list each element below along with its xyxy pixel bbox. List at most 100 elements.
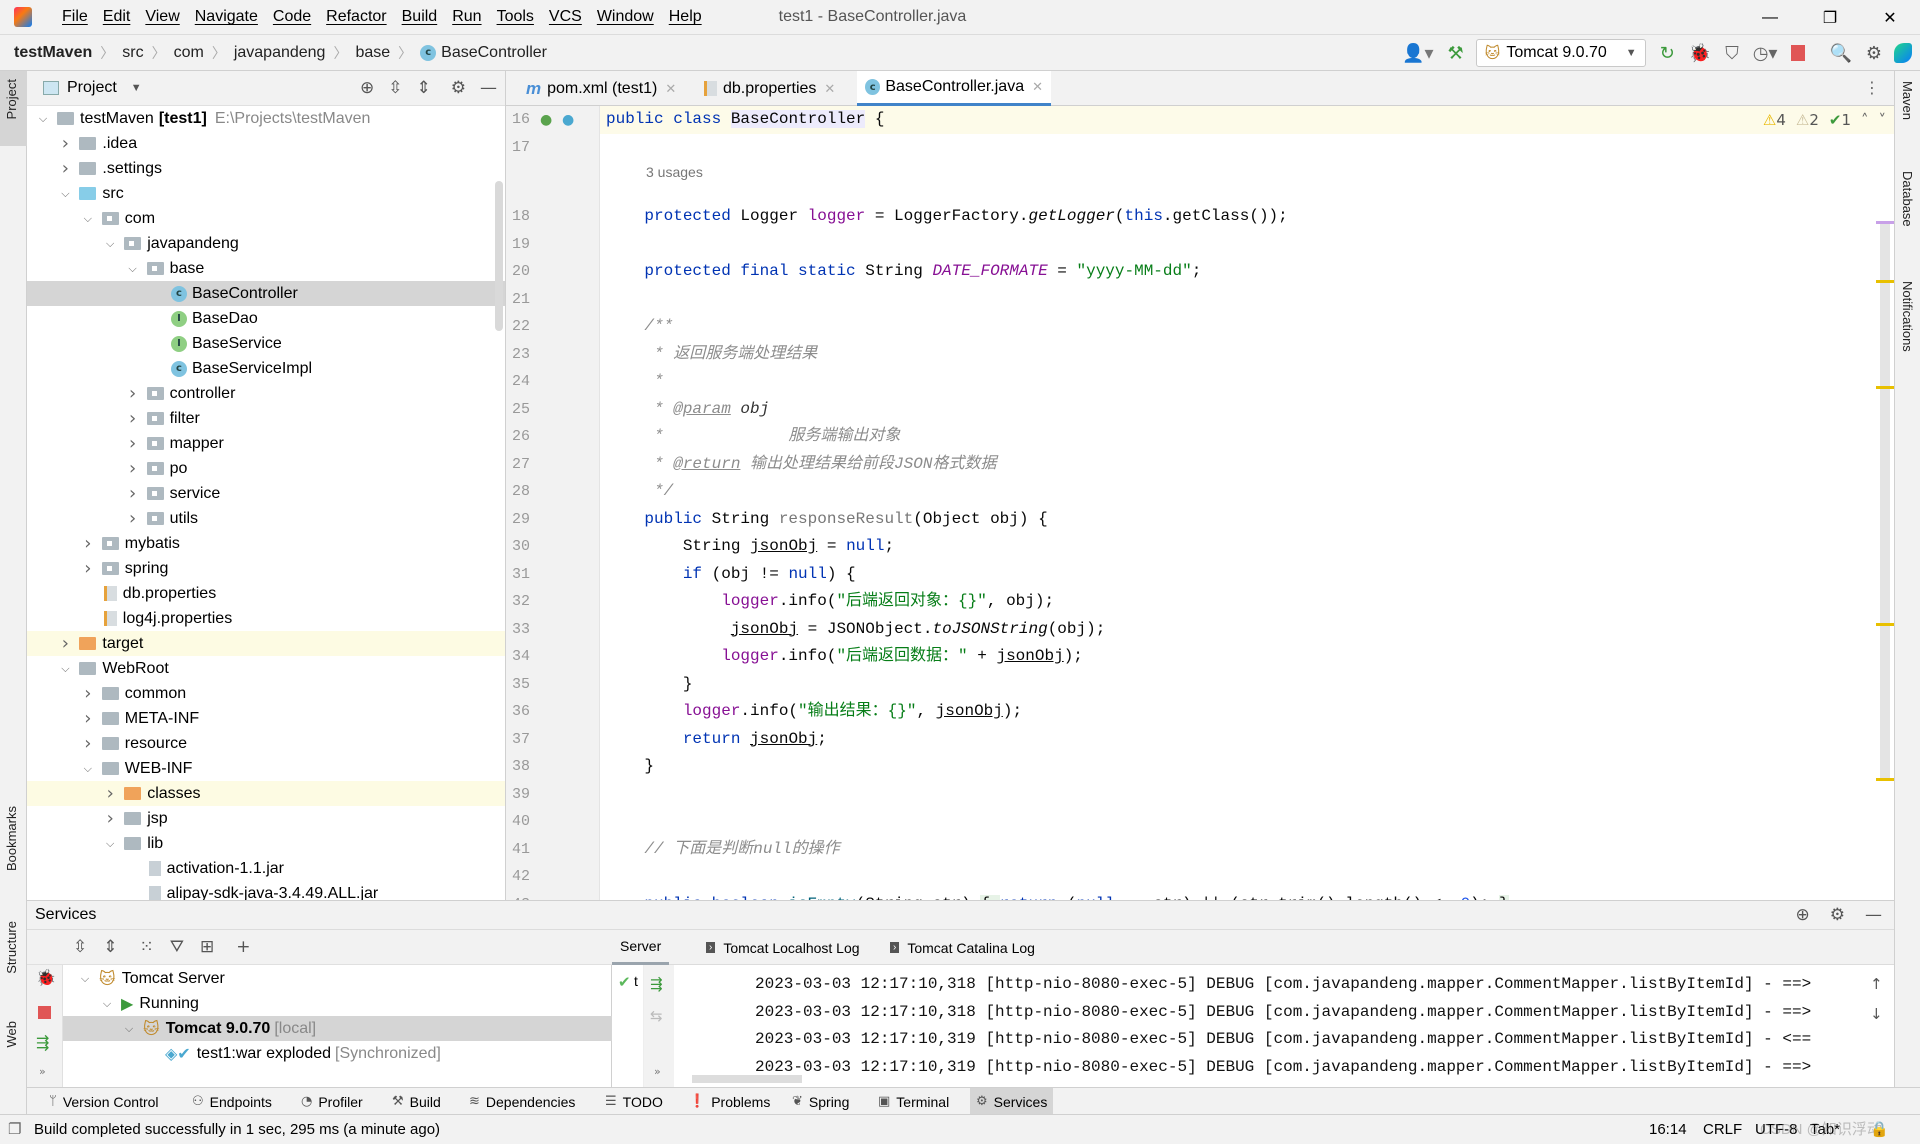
more-icon[interactable]: »	[39, 1065, 46, 1078]
add-service-icon[interactable]: +	[236, 937, 250, 957]
tree-item[interactable]: › .idea	[27, 131, 505, 156]
tab-tomcat-catalina-log[interactable]: › Tomcat Catalina Log	[882, 930, 1043, 965]
service-item[interactable]: ◈✔ test1:war exploded [Synchronized]	[63, 1041, 612, 1066]
tab-basecontroller-java[interactable]: c BaseController.java ✕	[857, 71, 1051, 106]
chevron-right-icon[interactable]: ›	[57, 633, 73, 654]
chevron-right-icon[interactable]: ›	[125, 383, 141, 404]
chevron-right-icon[interactable]: ›	[80, 533, 96, 554]
tree-item[interactable]: › target	[27, 631, 505, 656]
tree-item[interactable]: c BaseController	[27, 281, 505, 306]
tree-item[interactable]: › mybatis	[27, 531, 505, 556]
tree-item[interactable]: › filter	[27, 406, 505, 431]
chevron-down-icon[interactable]: ⌵	[80, 212, 96, 226]
tool-window-endpoints[interactable]: ⚇ Endpoints	[186, 1088, 278, 1115]
deploy-icon[interactable]: ⇶	[36, 1033, 49, 1052]
expand-all-icon[interactable]: ⇳	[388, 78, 402, 98]
tree-scrollbar[interactable]	[495, 181, 503, 331]
notifications-tool-label[interactable]: Notifications	[1900, 281, 1915, 352]
tool-window-services[interactable]: ⚙ Services	[970, 1088, 1054, 1115]
structure-tool-label[interactable]: Structure	[4, 921, 19, 974]
code-line[interactable]: */	[606, 478, 673, 505]
tree-item[interactable]: I BaseDao	[27, 306, 505, 331]
tab-pom-xml[interactable]: m pom.xml (test1) ✕	[518, 71, 684, 106]
menu-view[interactable]: View	[145, 8, 179, 26]
chevron-right-icon[interactable]: ›	[125, 483, 141, 504]
tree-item[interactable]: I BaseService	[27, 331, 505, 356]
collapse-all-icon[interactable]: ⇕	[103, 937, 117, 957]
code-line[interactable]: public String responseResult(Object obj)…	[606, 506, 1047, 533]
tree-item[interactable]: › resource	[27, 731, 505, 756]
code-line[interactable]: * @return 输出处理结果给前段JSON格式数据	[606, 451, 996, 478]
chevron-down-icon[interactable]: ⌵	[102, 837, 118, 851]
toggle-tool-windows-icon[interactable]: ❐	[8, 1115, 21, 1144]
tree-item[interactable]: › service	[27, 481, 505, 506]
code-line[interactable]: * 返回服务端处理结果	[606, 341, 817, 368]
chevron-down-icon[interactable]: ▼	[131, 82, 142, 94]
bookmarks-tool-label[interactable]: Bookmarks	[4, 806, 19, 871]
hide-icon[interactable]: —	[1865, 905, 1882, 925]
tool-window-profiler[interactable]: ◔ Profiler	[295, 1088, 369, 1115]
stop-icon[interactable]	[38, 1006, 51, 1019]
scroll-down-icon[interactable]: ↓	[1870, 1005, 1883, 1023]
code-line[interactable]: // 下面是判断null的操作	[606, 836, 839, 863]
tree-item[interactable]: › META-INF	[27, 706, 505, 731]
hide-icon[interactable]: —	[480, 78, 497, 98]
tool-window-todo[interactable]: ☰ TODO	[599, 1088, 669, 1115]
chevron-down-icon[interactable]: ⌵	[57, 187, 73, 201]
tree-item[interactable]: ⌵ javapandeng	[27, 231, 505, 256]
code-line[interactable]: * @param obj	[606, 396, 769, 423]
usages-inlay-hint[interactable]: 3 usages	[646, 164, 703, 180]
new-tab-icon[interactable]: ⊞	[200, 937, 214, 957]
code-line[interactable]: protected final static String DATE_FORMA…	[606, 258, 1201, 285]
menu-code[interactable]: Code	[273, 8, 311, 26]
maven-tool-label[interactable]: Maven	[1900, 81, 1915, 120]
chevron-down-icon[interactable]: ⌵	[77, 972, 93, 986]
chevron-right-icon[interactable]: ›	[80, 683, 96, 704]
group-by-icon[interactable]: ⁙	[140, 937, 154, 957]
tool-window-dependencies[interactable]: ≋ Dependencies	[463, 1088, 581, 1115]
tool-window-terminal[interactable]: ▣ Terminal	[872, 1088, 955, 1115]
tree-item[interactable]: ⌵ base	[27, 256, 505, 281]
tree-item[interactable]: alipay-sdk-java-3.4.49.ALL.jar	[27, 881, 505, 900]
web-tool-label[interactable]: Web	[4, 1021, 19, 1048]
tree-item[interactable]: ⌵ WebRoot	[27, 656, 505, 681]
menu-run[interactable]: Run	[452, 8, 481, 26]
breadcrumb-project[interactable]: testMaven	[14, 44, 92, 62]
server-log[interactable]: ✔ t ⇶ ⇆ » 2023-03-03 12:17:10,318 [http-…	[612, 965, 1894, 1087]
code-line[interactable]: /**	[606, 313, 673, 340]
build-hammer-icon[interactable]: ⚒	[1448, 43, 1464, 64]
tree-item[interactable]: ⌵ testMaven [test1] E:\Projects\testMaven	[27, 106, 505, 131]
jetbrains-icon[interactable]	[1894, 43, 1912, 63]
tree-item[interactable]: › classes	[27, 781, 505, 806]
menu-refactor[interactable]: Refactor	[326, 8, 386, 26]
collapse-all-icon[interactable]: ⇕	[417, 78, 431, 98]
next-highlight-icon[interactable]: ˅	[1879, 111, 1887, 129]
code-line[interactable]: * 服务端输出对象	[606, 423, 900, 450]
log-horizontal-scrollbar[interactable]	[692, 1075, 802, 1083]
chevron-right-icon[interactable]: ›	[102, 783, 118, 804]
tool-window-spring[interactable]: ❦ Spring	[786, 1088, 855, 1115]
chevron-down-icon[interactable]: ⌵	[80, 762, 96, 776]
menu-vcs[interactable]: VCS	[549, 8, 582, 26]
filter-icon[interactable]: ⛛	[170, 937, 184, 957]
tree-item[interactable]: › jsp	[27, 806, 505, 831]
close-tab-icon[interactable]: ✕	[1032, 79, 1043, 95]
close-button[interactable]: ✕	[1860, 8, 1920, 28]
breadcrumb-com[interactable]: com	[174, 44, 204, 62]
gear-icon[interactable]: ⚙	[1866, 43, 1882, 64]
chevron-down-icon[interactable]: ⌵	[57, 662, 73, 676]
restore-button[interactable]: ❐	[1800, 8, 1860, 28]
menu-edit[interactable]: Edit	[103, 8, 131, 26]
code-line[interactable]: logger.info("后端返回数据：" + jsonObj);	[606, 643, 1083, 670]
code-line[interactable]: *	[606, 368, 664, 395]
coverage-icon[interactable]: ⛉	[1725, 43, 1739, 64]
tree-item[interactable]: › utils	[27, 506, 505, 531]
gear-icon[interactable]: ⚙	[1830, 905, 1845, 925]
code-line[interactable]: if (obj != null) {	[606, 561, 856, 588]
tree-item[interactable]: › controller	[27, 381, 505, 406]
service-item[interactable]: ⌵ ▶ Running	[63, 991, 612, 1016]
code-line[interactable]: String jsonObj = null;	[606, 533, 894, 560]
project-view-selector[interactable]: Project	[67, 79, 117, 97]
gear-icon[interactable]: ⚙	[451, 78, 466, 98]
chevron-down-icon[interactable]: ⌵	[102, 237, 118, 251]
